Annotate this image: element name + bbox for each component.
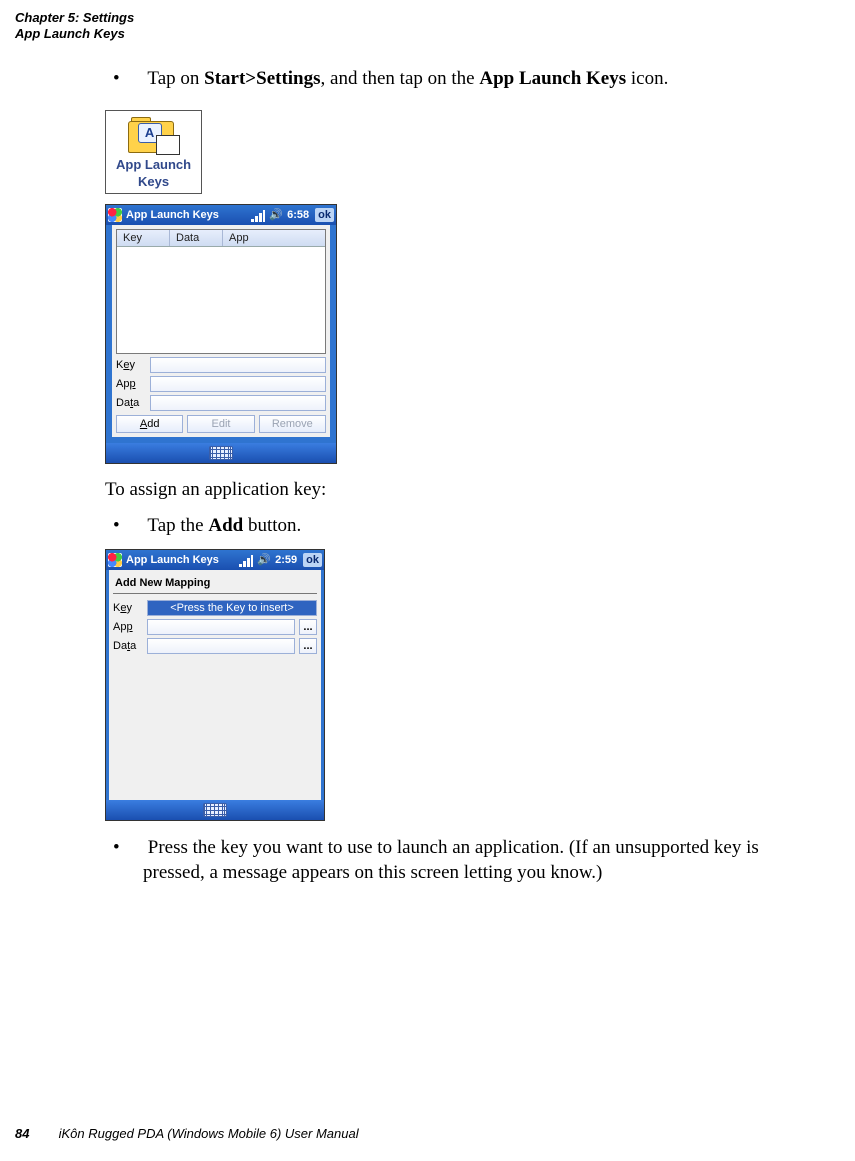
step2-post: button.	[243, 515, 301, 536]
clock: 2:59	[275, 554, 297, 566]
bullet-dot: •	[113, 66, 143, 92]
assign-intro: To assign an application key:	[105, 478, 825, 503]
folder-icon: A	[128, 117, 180, 155]
windows-flag-icon[interactable]	[108, 208, 122, 222]
bullet-dot: •	[113, 835, 143, 861]
step1-text-pre: Tap on	[147, 68, 204, 89]
footer-title: iKôn Rugged PDA (Windows Mobile 6) User …	[59, 1126, 359, 1141]
edit-button: Edit	[187, 415, 254, 433]
app-launch-keys-icon-figure: A App Launch Keys	[105, 110, 202, 195]
app-row: App	[116, 376, 326, 392]
volume-icon[interactable]	[269, 208, 283, 222]
step3-text: Press the key you want to use to launch …	[143, 837, 759, 884]
col-key[interactable]: Key	[117, 230, 170, 246]
step2-bold: Add	[208, 515, 243, 536]
ok-button[interactable]: ok	[315, 208, 334, 222]
running-head-line1: Chapter 5: Settings	[15, 10, 825, 26]
key-label: Key	[116, 359, 146, 371]
step1-bold2: App Launch Keys	[479, 68, 626, 89]
step2-pre: Tap the	[147, 515, 208, 536]
page-number: 84	[15, 1126, 55, 1141]
add-data-label: Data	[113, 640, 143, 652]
add-key-field[interactable]: <Press the Key to insert>	[147, 600, 317, 616]
ok-button[interactable]: ok	[303, 553, 322, 567]
signal-icon[interactable]	[239, 553, 253, 567]
screenshot-add-new-mapping: App Launch Keys 2:59 ok Add New Mapping …	[105, 549, 325, 821]
add-data-row: Data ...	[113, 638, 317, 654]
add-app-row: App ...	[113, 619, 317, 635]
browse-data-button[interactable]: ...	[299, 638, 317, 654]
running-head-line2: App Launch Keys	[15, 26, 825, 42]
page-content: • Tap on Start>Settings, and then tap on…	[105, 66, 825, 886]
step1-text-mid: , and then tap on the	[321, 68, 480, 89]
step1-text-post: icon.	[626, 68, 668, 89]
browse-app-button[interactable]: ...	[299, 619, 317, 635]
windows-flag-icon[interactable]	[108, 553, 122, 567]
step1-bold1: Start>Settings	[204, 68, 320, 89]
add-app-field[interactable]	[147, 619, 295, 635]
col-app[interactable]: App	[223, 230, 325, 246]
keyboard-icon[interactable]	[203, 803, 227, 817]
add-mapping-title: Add New Mapping	[113, 574, 317, 594]
icon-label-1: App Launch	[116, 158, 191, 172]
data-row: Data	[116, 395, 326, 411]
data-field[interactable]	[150, 395, 326, 411]
add-data-field[interactable]	[147, 638, 295, 654]
wm-title: App Launch Keys	[126, 209, 247, 221]
wm2-titlebar: App Launch Keys 2:59 ok	[106, 550, 324, 570]
add-key-row: Key <Press the Key to insert>	[113, 600, 317, 616]
add-button[interactable]: Add	[116, 415, 183, 433]
app-label: App	[116, 378, 146, 390]
screenshot-app-launch-keys-main: App Launch Keys 6:58 ok Key Data App Key…	[105, 204, 337, 464]
col-data[interactable]: Data	[170, 230, 223, 246]
clock: 6:58	[287, 209, 309, 221]
wm2-title: App Launch Keys	[126, 554, 235, 566]
volume-icon[interactable]	[257, 553, 271, 567]
wm2-client: Add New Mapping Key <Press the Key to in…	[106, 570, 324, 800]
key-field[interactable]	[150, 357, 326, 373]
mapping-list[interactable]: Key Data App	[116, 229, 326, 354]
wm-titlebar: App Launch Keys 6:58 ok	[106, 205, 336, 225]
wm-bottombar	[106, 443, 336, 463]
wm-client: Key Data App Key App Data Add Edit Remov	[106, 225, 336, 443]
add-app-label: App	[113, 621, 143, 633]
app-field[interactable]	[150, 376, 326, 392]
button-row: Add Edit Remove	[116, 415, 326, 433]
step-2: • Tap the Add button.	[105, 513, 825, 539]
step-3: • Press the key you want to use to launc…	[105, 835, 825, 886]
icon-label-2: Keys	[116, 175, 191, 189]
remove-button: Remove	[259, 415, 326, 433]
signal-icon[interactable]	[251, 208, 265, 222]
keyboard-icon[interactable]	[209, 446, 233, 460]
page-footer: 84 iKôn Rugged PDA (Windows Mobile 6) Us…	[15, 1126, 359, 1141]
wm2-bottombar	[106, 800, 324, 820]
data-label: Data	[116, 397, 146, 409]
bullet-dot: •	[113, 513, 143, 539]
key-row: Key	[116, 357, 326, 373]
list-header: Key Data App	[117, 230, 325, 247]
add-key-label: Key	[113, 602, 143, 614]
step-1: • Tap on Start>Settings, and then tap on…	[105, 66, 825, 92]
